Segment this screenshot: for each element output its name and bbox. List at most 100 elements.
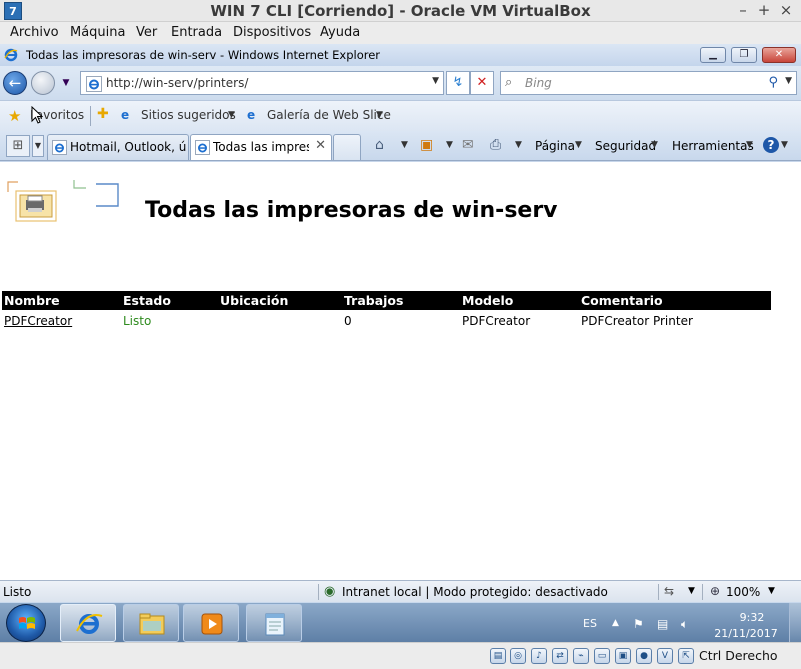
clock-date[interactable]: 21/11/2017	[708, 627, 784, 640]
column-header-model[interactable]: Modelo	[462, 293, 513, 308]
tools-menu[interactable]: Herramientas	[672, 139, 754, 153]
new-tab-button[interactable]	[333, 134, 361, 160]
help-dropdown-icon[interactable]: ▼	[781, 140, 788, 150]
ie-status-bar: Listo ◉ Intranet local | Modo protegido:…	[0, 580, 801, 602]
address-input[interactable]: http://win-serv/printers/	[106, 76, 248, 90]
close-button[interactable]: ×	[777, 1, 795, 19]
maximize-button[interactable]: +	[755, 1, 773, 19]
taskbar-internet-explorer[interactable]	[60, 604, 116, 642]
refresh-icon: ↯	[452, 75, 464, 90]
tab-hotmail[interactable]: Hotmail, Outlook, ú...	[47, 134, 189, 160]
column-header-name[interactable]: Nombre	[4, 293, 60, 308]
menu-ayuda[interactable]: Ayuda	[320, 25, 360, 40]
audio-icon[interactable]: ♪	[531, 648, 547, 664]
search-icon[interactable]: ⚲	[768, 75, 778, 90]
zoom-dropdown-icon[interactable]: ▼	[768, 586, 775, 596]
taskbar-notepad[interactable]	[246, 604, 302, 642]
printer-name-link[interactable]: PDFCreator	[4, 314, 72, 328]
menu-ver[interactable]: Ver	[136, 25, 157, 40]
search-box[interactable]: ⌕ Bing ⚲ ▼	[500, 71, 797, 95]
suggested-sites-link[interactable]: Sitios sugeridos	[141, 108, 236, 122]
search-options-dropdown-icon[interactable]: ▼	[785, 76, 792, 86]
quick-tabs-button[interactable]: ⊞	[6, 135, 30, 157]
forward-button[interactable]	[31, 71, 55, 95]
ie-restore-button[interactable]: ❐	[731, 47, 757, 63]
notepad-icon	[265, 613, 285, 636]
tools-menu-dropdown-icon[interactable]: ▼	[746, 140, 753, 150]
page-title: Todas las impresoras de win-serv	[145, 198, 558, 223]
stop-icon: ✕	[476, 75, 488, 90]
tab-printers[interactable]: Todas las impres... ✕	[190, 134, 332, 160]
compatibility-dropdown-icon[interactable]: ▼	[688, 586, 695, 596]
table-row: PDFCreator Listo 0 PDFCreator PDFCreator…	[2, 310, 771, 330]
address-dropdown-icon[interactable]: ▼	[432, 76, 439, 86]
home-icon[interactable]: ⌂	[375, 137, 384, 153]
virtualbox-titlebar: 7 WIN 7 CLI [Corriendo] - Oracle VM Virt…	[0, 0, 801, 22]
menu-maquina[interactable]: Máquina	[70, 25, 126, 40]
search-input[interactable]: Bing	[525, 76, 552, 90]
volume-icon[interactable]: 🔈︎	[681, 617, 688, 632]
display-icon[interactable]: ▣	[615, 648, 631, 664]
printer-status: Listo	[123, 314, 152, 328]
compatibility-icon[interactable]: ⇆	[664, 584, 674, 598]
close-tab-icon[interactable]: ✕	[315, 138, 326, 153]
menu-entrada[interactable]: Entrada	[171, 25, 222, 40]
zoom-icon[interactable]: ⊕	[710, 584, 720, 598]
refresh-button[interactable]: ↯	[446, 71, 470, 95]
network-icon[interactable]: ▤	[657, 617, 668, 631]
show-hidden-icons-icon[interactable]: ▲	[612, 618, 619, 628]
clock-time[interactable]: 9:32	[722, 611, 782, 624]
ie-close-button[interactable]: ✕	[762, 47, 796, 63]
mouse-integration-icon[interactable]: ⇱	[678, 648, 694, 664]
zoom-level[interactable]: 100%	[726, 585, 760, 599]
video-capture-icon[interactable]: ●	[636, 648, 652, 664]
web-slice-gallery-link[interactable]: Galería de Web Slice	[267, 108, 391, 122]
web-slice-dropdown-icon[interactable]: ▼	[376, 110, 383, 120]
print-icon[interactable]: ⎙	[490, 137, 501, 153]
ie-minimize-button[interactable]: ▁	[700, 47, 726, 63]
shared-folders-icon[interactable]: ▭	[594, 648, 610, 664]
home-dropdown-icon[interactable]: ▼	[401, 140, 408, 150]
column-header-location[interactable]: Ubicación	[220, 293, 288, 308]
status-text: Listo	[3, 585, 32, 599]
add-to-favorites-icon[interactable]: ✚	[97, 106, 109, 122]
feeds-dropdown-icon[interactable]: ▼	[446, 140, 453, 150]
minimize-button[interactable]: –	[734, 1, 752, 19]
action-center-icon[interactable]: ⚑	[633, 617, 644, 631]
security-menu[interactable]: Seguridad	[595, 139, 656, 153]
show-desktop-button[interactable]	[789, 603, 801, 643]
column-header-comment[interactable]: Comentario	[581, 293, 663, 308]
suggested-sites-dropdown-icon[interactable]: ▼	[228, 110, 235, 120]
search-provider-icon: ⌕	[505, 75, 513, 90]
read-mail-icon[interactable]: ✉	[462, 137, 474, 153]
hard-disk-icon[interactable]: ▤	[490, 648, 506, 664]
help-icon[interactable]: ?	[763, 137, 779, 153]
tab-label: Hotmail, Outlook, ú...	[70, 140, 186, 154]
network-adapter-icon[interactable]: ⇄	[552, 648, 568, 664]
optical-drive-icon[interactable]: ◎	[510, 648, 526, 664]
cpu-icon[interactable]: V	[657, 648, 673, 664]
recent-pages-dropdown[interactable]: ▼	[58, 76, 74, 90]
usb-icon[interactable]: ⌁	[573, 648, 589, 664]
column-header-status[interactable]: Estado	[123, 293, 171, 308]
address-bar[interactable]: http://win-serv/printers/ ▼	[80, 71, 444, 95]
stop-button[interactable]: ✕	[470, 71, 494, 95]
column-header-jobs[interactable]: Trabajos	[344, 293, 403, 308]
feeds-icon[interactable]: ▣	[420, 137, 433, 153]
security-zone-text[interactable]: Intranet local | Modo protegido: desacti…	[342, 585, 608, 599]
taskbar-media-player[interactable]	[183, 604, 239, 642]
security-menu-dropdown-icon[interactable]: ▼	[651, 140, 658, 150]
start-button[interactable]	[6, 604, 46, 642]
printer-jobs: 0	[344, 314, 352, 328]
print-dropdown-icon[interactable]: ▼	[515, 140, 522, 150]
menu-dispositivos[interactable]: Dispositivos	[233, 25, 311, 40]
menu-archivo[interactable]: Archivo	[10, 25, 59, 40]
printers-table: Nombre Estado Ubicación Trabajos Modelo …	[2, 291, 771, 330]
language-indicator[interactable]: ES	[583, 617, 597, 630]
quick-tabs-grid-icon: ⊞	[12, 138, 24, 153]
page-menu[interactable]: Página	[535, 139, 575, 153]
back-button[interactable]: ←	[3, 71, 27, 95]
tab-list-dropdown[interactable]: ▼	[32, 135, 44, 157]
taskbar-windows-explorer[interactable]	[123, 604, 179, 642]
page-menu-dropdown-icon[interactable]: ▼	[575, 140, 582, 150]
